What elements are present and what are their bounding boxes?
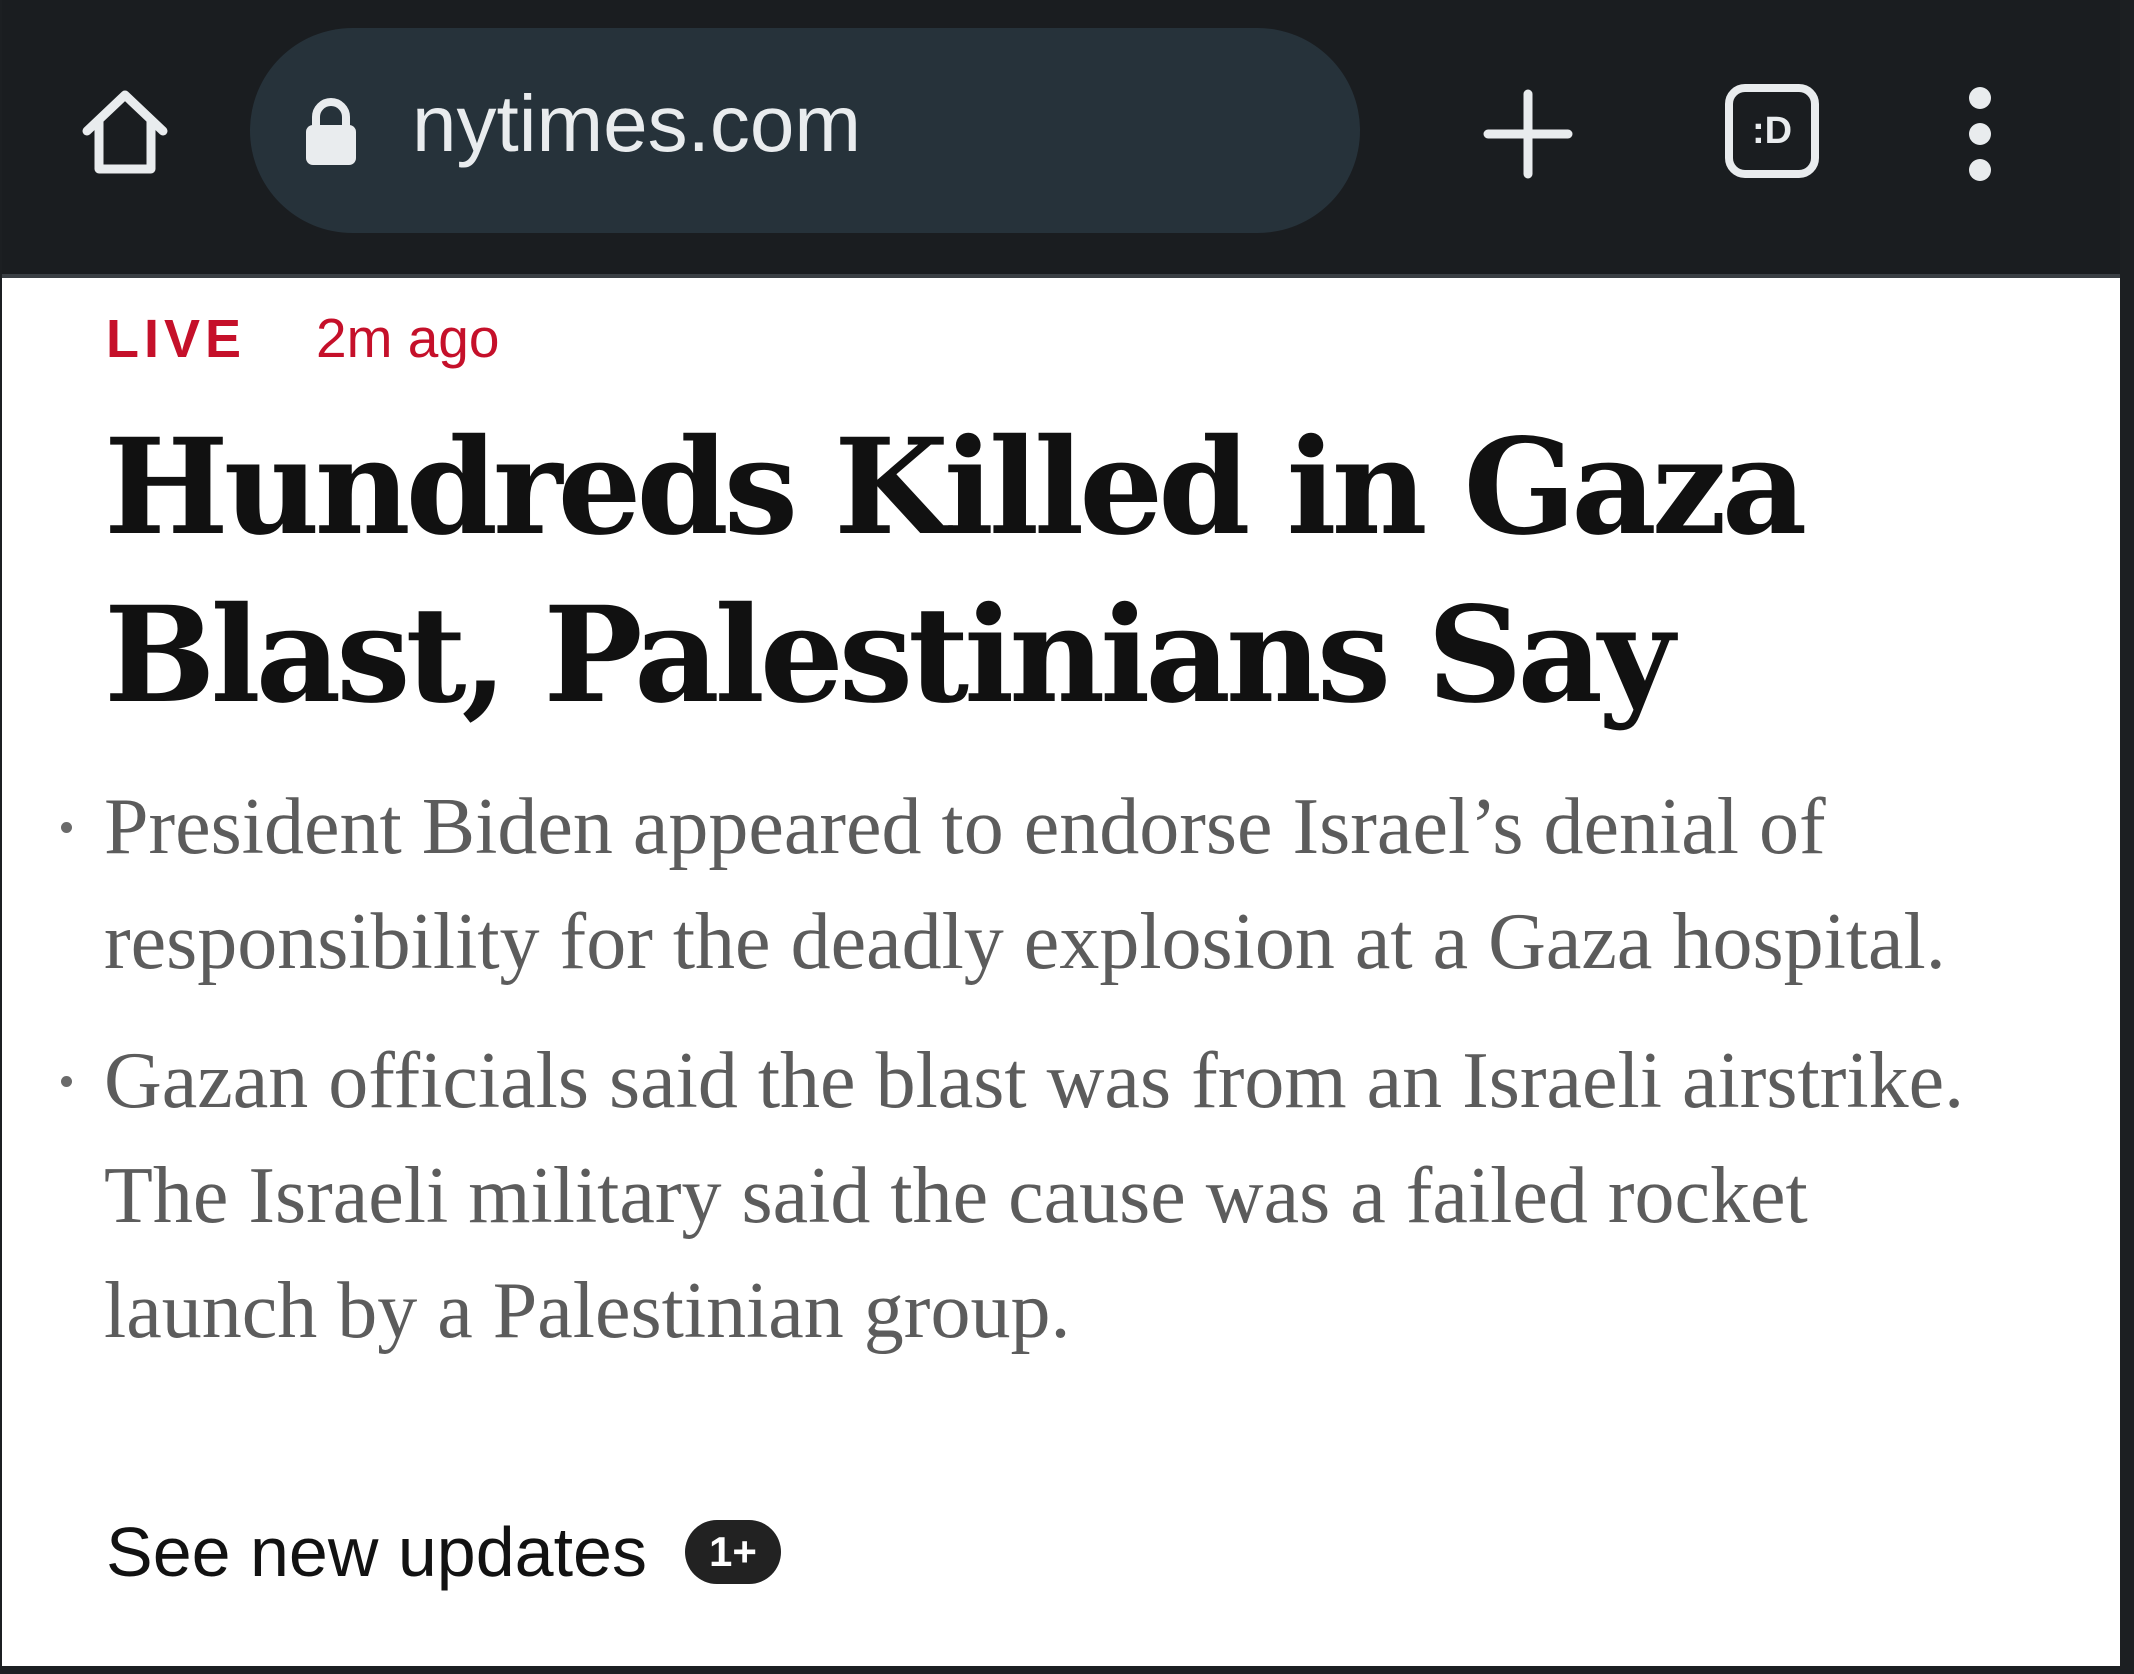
browser-toolbar: nytimes.com :D xyxy=(0,0,2134,278)
summary-bullets: President Biden appeared to endorse Isra… xyxy=(61,770,2034,1393)
article-headline[interactable]: Hundreds Killed in Gaza Blast, Palestini… xyxy=(104,404,2054,740)
live-meta: LIVE 2m ago xyxy=(106,306,499,376)
see-new-updates-link[interactable]: See new updates 1+ xyxy=(106,1512,781,1592)
updates-count-badge: 1+ xyxy=(684,1520,781,1584)
more-vert-icon xyxy=(1969,87,1991,181)
overflow-menu-button[interactable] xyxy=(1940,84,2020,184)
bullet-dot-icon xyxy=(61,822,72,833)
tab-switcher-button[interactable]: :D xyxy=(1725,84,1819,178)
summary-bullet-text: President Biden appeared to endorse Isra… xyxy=(104,783,1946,986)
live-timestamp: 2m ago xyxy=(316,307,500,369)
tab-switcher-icon: :D xyxy=(1751,110,1793,152)
home-button[interactable] xyxy=(70,76,180,186)
summary-bullet: Gazan officials said the blast was from … xyxy=(61,1024,2034,1369)
see-new-updates-label: See new updates xyxy=(106,1513,647,1591)
address-bar-url[interactable]: nytimes.com xyxy=(412,74,861,174)
lock-icon xyxy=(306,98,356,165)
summary-bullet-text: Gazan officials said the blast was from … xyxy=(104,1037,1965,1355)
live-badge: LIVE xyxy=(106,309,247,369)
new-tab-button[interactable] xyxy=(1478,84,1578,184)
home-icon xyxy=(82,90,168,174)
plus-icon xyxy=(1483,89,1573,179)
bullet-dot-icon xyxy=(61,1076,72,1087)
summary-bullet: President Biden appeared to endorse Isra… xyxy=(61,770,2034,1000)
